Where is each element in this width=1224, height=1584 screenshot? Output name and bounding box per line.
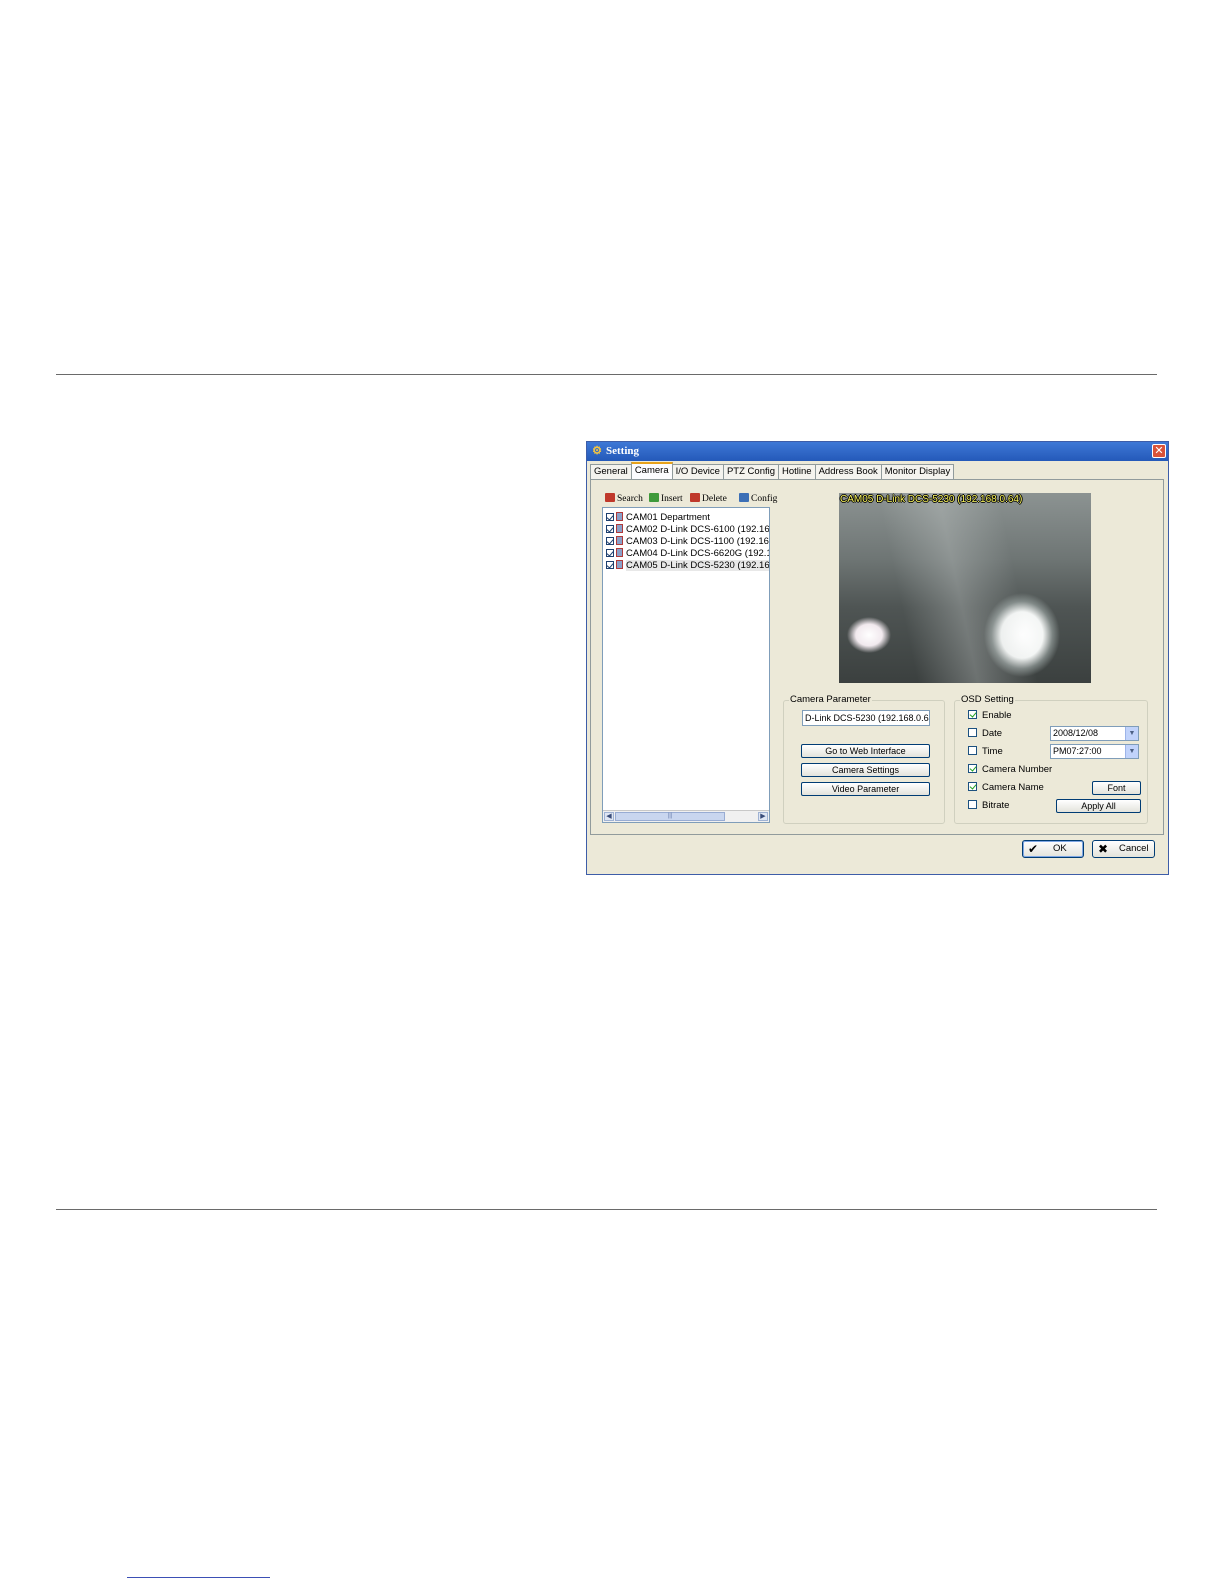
camera-settings-button[interactable]: Camera Settings bbox=[801, 763, 930, 777]
camera-list-item[interactable]: CAM05 D-Link DCS-5230 (192.168 bbox=[606, 560, 769, 572]
window-title: Setting bbox=[606, 445, 639, 457]
cancel-button[interactable]: ✖ Cancel bbox=[1092, 840, 1155, 858]
tab-camera[interactable]: Camera bbox=[630, 462, 673, 480]
camera-list-item[interactable]: CAM03 D-Link DCS-1100 (192.168 bbox=[606, 536, 769, 548]
search-icon bbox=[605, 493, 615, 502]
scroll-left-icon[interactable]: ◀ bbox=[604, 812, 614, 821]
osd-time-checkbox[interactable]: Time bbox=[968, 746, 1003, 758]
config-icon bbox=[739, 493, 749, 502]
osd-camera-name-checkbox[interactable]: Camera Name bbox=[968, 782, 1044, 794]
camera-icon bbox=[616, 560, 623, 569]
scroll-right-icon[interactable]: ▶ bbox=[758, 812, 768, 821]
camera-icon bbox=[616, 524, 623, 533]
camera-parameter-legend: Camera Parameter bbox=[789, 694, 872, 706]
osd-setting-group: OSD Setting Enable Date 2008/12/08 ▼ Tim… bbox=[954, 694, 1148, 824]
checkbox-icon[interactable] bbox=[968, 746, 977, 755]
checkbox-icon[interactable] bbox=[606, 549, 614, 557]
horizontal-scrollbar[interactable]: ◀ ||| ▶ bbox=[603, 810, 769, 822]
osd-camera-number-checkbox[interactable]: Camera Number bbox=[968, 764, 1052, 776]
font-button[interactable]: Font bbox=[1092, 781, 1141, 795]
osd-enable-checkbox[interactable]: Enable bbox=[968, 710, 1012, 722]
scroll-thumb[interactable]: ||| bbox=[615, 812, 725, 821]
checkbox-icon[interactable] bbox=[968, 800, 977, 809]
osd-setting-legend: OSD Setting bbox=[960, 694, 1015, 706]
tab-io-device[interactable]: I/O Device bbox=[671, 464, 724, 479]
checkbox-icon[interactable] bbox=[606, 537, 614, 545]
camera-icon bbox=[616, 536, 623, 545]
top-divider bbox=[56, 374, 1157, 375]
osd-bitrate-checkbox[interactable]: Bitrate bbox=[968, 800, 1009, 812]
checkbox-icon[interactable] bbox=[968, 728, 977, 737]
delete-icon bbox=[690, 493, 700, 502]
time-select[interactable]: PM07:27:00 ▼ bbox=[1050, 744, 1139, 759]
search-button[interactable]: Search bbox=[605, 492, 643, 506]
check-icon: ✔ bbox=[1028, 842, 1039, 856]
checkbox-icon[interactable] bbox=[606, 525, 614, 533]
camera-name-input[interactable]: D-Link DCS-5230 (192.168.0.64 bbox=[802, 710, 930, 726]
app-icon: ⚙ bbox=[592, 445, 602, 457]
checkbox-checked-icon[interactable] bbox=[968, 710, 977, 719]
video-parameter-button[interactable]: Video Parameter bbox=[801, 782, 930, 796]
checkbox-icon[interactable] bbox=[606, 561, 614, 569]
camera-tab-panel: Search Insert Delete Config CAM01 Depart… bbox=[590, 479, 1164, 835]
tab-monitor-display[interactable]: Monitor Display bbox=[880, 464, 955, 479]
apply-all-button[interactable]: Apply All bbox=[1056, 799, 1141, 813]
chevron-down-icon[interactable]: ▼ bbox=[1125, 745, 1138, 758]
titlebar: ⚙ Setting ✕ bbox=[587, 442, 1168, 461]
delete-button[interactable]: Delete bbox=[690, 492, 727, 506]
footer-link-underline[interactable] bbox=[127, 1577, 270, 1578]
go-to-web-interface-button[interactable]: Go to Web Interface bbox=[801, 744, 930, 758]
chevron-down-icon[interactable]: ▼ bbox=[1125, 727, 1138, 740]
insert-button[interactable]: Insert bbox=[649, 492, 683, 506]
tab-bar: General Camera I/O Device PTZ Config Hot… bbox=[590, 462, 955, 480]
config-button[interactable]: Config bbox=[739, 492, 777, 506]
checkbox-checked-icon[interactable] bbox=[968, 782, 977, 791]
date-select[interactable]: 2008/12/08 ▼ bbox=[1050, 726, 1139, 741]
tab-address-book[interactable]: Address Book bbox=[814, 464, 882, 479]
bottom-divider bbox=[56, 1209, 1157, 1210]
video-osd-text: CAM05 D-Link DCS-5230 (192.168.0.64) bbox=[840, 494, 1023, 505]
tab-ptz-config[interactable]: PTZ Config bbox=[722, 464, 780, 479]
close-icon: ✕ bbox=[1154, 444, 1164, 457]
osd-date-checkbox[interactable]: Date bbox=[968, 728, 1002, 740]
checkbox-icon[interactable] bbox=[606, 513, 614, 521]
camera-icon bbox=[616, 548, 623, 557]
camera-tree[interactable]: CAM01 Department CAM02 D-Link DCS-6100 (… bbox=[602, 507, 770, 823]
ok-button[interactable]: ✔ OK bbox=[1022, 840, 1084, 858]
camera-parameter-group: Camera Parameter D-Link DCS-5230 (192.16… bbox=[783, 694, 945, 824]
camera-list-item[interactable]: CAM02 D-Link DCS-6100 (192.168 bbox=[606, 524, 769, 536]
camera-list-item[interactable]: CAM01 Department bbox=[606, 512, 710, 524]
video-preview: CAM05 D-Link DCS-5230 (192.168.0.64) bbox=[839, 493, 1091, 683]
insert-icon bbox=[649, 493, 659, 502]
close-button[interactable]: ✕ bbox=[1152, 444, 1166, 458]
setting-window: ⚙ Setting ✕ General Camera I/O Device PT… bbox=[586, 441, 1169, 875]
tab-general[interactable]: General bbox=[590, 464, 632, 479]
close-icon: ✖ bbox=[1098, 842, 1109, 856]
checkbox-checked-icon[interactable] bbox=[968, 764, 977, 773]
tab-hotline[interactable]: Hotline bbox=[778, 464, 816, 479]
camera-list-item[interactable]: CAM04 D-Link DCS-6620G (192.16 bbox=[606, 548, 769, 560]
camera-icon bbox=[616, 512, 623, 521]
